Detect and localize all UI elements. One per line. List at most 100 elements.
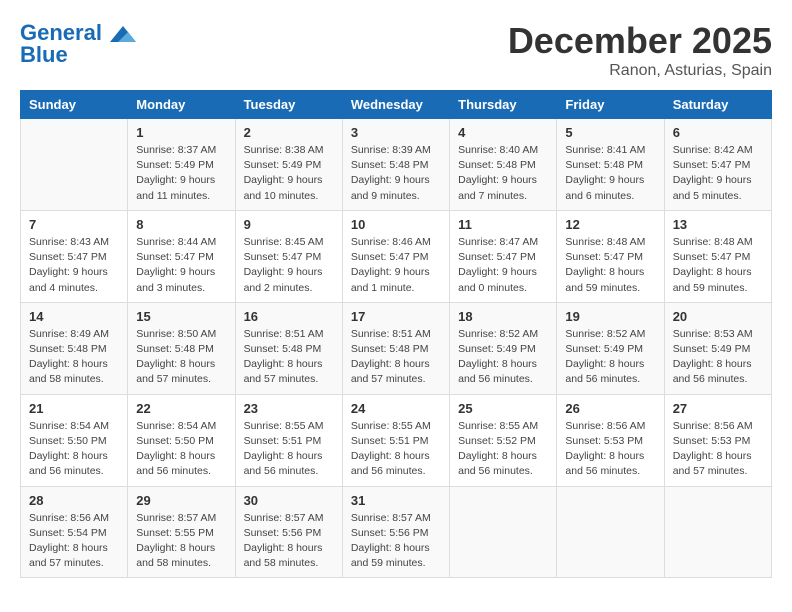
day-number: 30 <box>244 493 334 508</box>
calendar-cell: 24 Sunrise: 8:55 AM Sunset: 5:51 PM Dayli… <box>342 394 449 486</box>
calendar-cell: 21 Sunrise: 8:54 AM Sunset: 5:50 PM Dayli… <box>21 394 128 486</box>
calendar-cell: 1 Sunrise: 8:37 AM Sunset: 5:49 PM Daylig… <box>128 119 235 211</box>
calendar-table: SundayMondayTuesdayWednesdayThursdayFrid… <box>20 90 772 578</box>
day-number: 26 <box>565 401 655 416</box>
day-number: 7 <box>29 217 119 232</box>
day-number: 24 <box>351 401 441 416</box>
day-info: Sunrise: 8:54 AM Sunset: 5:50 PM Dayligh… <box>29 419 119 480</box>
day-number: 1 <box>136 125 226 140</box>
calendar-cell: 16Sunrise: 8:51 AM Sunset: 5:48 PM Dayli… <box>235 302 342 394</box>
day-info: Sunrise: 8:53 AM Sunset: 5:49 PM Dayligh… <box>673 327 763 388</box>
day-number: 18 <box>458 309 548 324</box>
calendar-cell: 29 Sunrise: 8:57 AM Sunset: 5:55 PM Dayli… <box>128 486 235 578</box>
day-number: 27 <box>673 401 763 416</box>
day-info: Sunrise: 8:42 AM Sunset: 5:47 PM Dayligh… <box>673 143 763 204</box>
calendar-week-4: 21 Sunrise: 8:54 AM Sunset: 5:50 PM Dayli… <box>21 394 772 486</box>
calendar-week-1: 1 Sunrise: 8:37 AM Sunset: 5:49 PM Daylig… <box>21 119 772 211</box>
day-info: Sunrise: 8:51 AM Sunset: 5:48 PM Dayligh… <box>351 327 441 388</box>
calendar-cell: 6 Sunrise: 8:42 AM Sunset: 5:47 PM Daylig… <box>664 119 771 211</box>
day-info: Sunrise: 8:37 AM Sunset: 5:49 PM Dayligh… <box>136 143 226 204</box>
calendar-week-5: 28 Sunrise: 8:56 AM Sunset: 5:54 PM Dayli… <box>21 486 772 578</box>
calendar-cell: 12Sunrise: 8:48 AM Sunset: 5:47 PM Dayli… <box>557 210 664 302</box>
calendar-cell: 11 Sunrise: 8:47 AM Sunset: 5:47 PM Dayli… <box>450 210 557 302</box>
day-number: 23 <box>244 401 334 416</box>
weekday-header-tuesday: Tuesday <box>235 91 342 119</box>
calendar-cell: 20 Sunrise: 8:53 AM Sunset: 5:49 PM Dayli… <box>664 302 771 394</box>
day-number: 25 <box>458 401 548 416</box>
day-info: Sunrise: 8:47 AM Sunset: 5:47 PM Dayligh… <box>458 235 548 296</box>
day-info: Sunrise: 8:43 AM Sunset: 5:47 PM Dayligh… <box>29 235 119 296</box>
day-info: Sunrise: 8:55 AM Sunset: 5:52 PM Dayligh… <box>458 419 548 480</box>
day-info: Sunrise: 8:52 AM Sunset: 5:49 PM Dayligh… <box>565 327 655 388</box>
day-number: 8 <box>136 217 226 232</box>
day-info: Sunrise: 8:55 AM Sunset: 5:51 PM Dayligh… <box>244 419 334 480</box>
day-number: 20 <box>673 309 763 324</box>
day-info: Sunrise: 8:57 AM Sunset: 5:55 PM Dayligh… <box>136 511 226 572</box>
day-number: 22 <box>136 401 226 416</box>
calendar-header: SundayMondayTuesdayWednesdayThursdayFrid… <box>21 91 772 119</box>
calendar-cell: 8Sunrise: 8:44 AM Sunset: 5:47 PM Daylig… <box>128 210 235 302</box>
day-number: 15 <box>136 309 226 324</box>
calendar-cell: 22 Sunrise: 8:54 AM Sunset: 5:50 PM Dayli… <box>128 394 235 486</box>
day-number: 21 <box>29 401 119 416</box>
day-number: 11 <box>458 217 548 232</box>
day-info: Sunrise: 8:56 AM Sunset: 5:53 PM Dayligh… <box>565 419 655 480</box>
calendar-cell: 23 Sunrise: 8:55 AM Sunset: 5:51 PM Dayli… <box>235 394 342 486</box>
calendar-cell: 10 Sunrise: 8:46 AM Sunset: 5:47 PM Dayli… <box>342 210 449 302</box>
page-header: General Blue December 2025 Ranon, Asturi… <box>20 20 772 80</box>
calendar-cell <box>557 486 664 578</box>
day-info: Sunrise: 8:49 AM Sunset: 5:48 PM Dayligh… <box>29 327 119 388</box>
day-info: Sunrise: 8:57 AM Sunset: 5:56 PM Dayligh… <box>351 511 441 572</box>
day-info: Sunrise: 8:45 AM Sunset: 5:47 PM Dayligh… <box>244 235 334 296</box>
day-number: 28 <box>29 493 119 508</box>
calendar-cell: 9 Sunrise: 8:45 AM Sunset: 5:47 PM Daylig… <box>235 210 342 302</box>
calendar-cell: 30 Sunrise: 8:57 AM Sunset: 5:56 PM Dayli… <box>235 486 342 578</box>
day-number: 6 <box>673 125 763 140</box>
day-info: Sunrise: 8:51 AM Sunset: 5:48 PM Dayligh… <box>244 327 334 388</box>
day-info: Sunrise: 8:38 AM Sunset: 5:49 PM Dayligh… <box>244 143 334 204</box>
calendar-cell: 26 Sunrise: 8:56 AM Sunset: 5:53 PM Dayli… <box>557 394 664 486</box>
calendar-cell: 15Sunrise: 8:50 AM Sunset: 5:48 PM Dayli… <box>128 302 235 394</box>
calendar-cell: 25 Sunrise: 8:55 AM Sunset: 5:52 PM Dayli… <box>450 394 557 486</box>
logo: General Blue <box>20 20 136 68</box>
calendar-week-3: 14Sunrise: 8:49 AM Sunset: 5:48 PM Dayli… <box>21 302 772 394</box>
calendar-cell: 28 Sunrise: 8:56 AM Sunset: 5:54 PM Dayli… <box>21 486 128 578</box>
day-number: 9 <box>244 217 334 232</box>
calendar-cell: 2 Sunrise: 8:38 AM Sunset: 5:49 PM Daylig… <box>235 119 342 211</box>
calendar-cell <box>450 486 557 578</box>
title-block: December 2025 Ranon, Asturias, Spain <box>508 20 772 80</box>
day-info: Sunrise: 8:48 AM Sunset: 5:47 PM Dayligh… <box>673 235 763 296</box>
calendar-cell: 19 Sunrise: 8:52 AM Sunset: 5:49 PM Dayli… <box>557 302 664 394</box>
calendar-cell: 14Sunrise: 8:49 AM Sunset: 5:48 PM Dayli… <box>21 302 128 394</box>
day-info: Sunrise: 8:46 AM Sunset: 5:47 PM Dayligh… <box>351 235 441 296</box>
calendar-week-2: 7 Sunrise: 8:43 AM Sunset: 5:47 PM Daylig… <box>21 210 772 302</box>
calendar-cell: 3Sunrise: 8:39 AM Sunset: 5:48 PM Daylig… <box>342 119 449 211</box>
day-info: Sunrise: 8:52 AM Sunset: 5:49 PM Dayligh… <box>458 327 548 388</box>
day-info: Sunrise: 8:57 AM Sunset: 5:56 PM Dayligh… <box>244 511 334 572</box>
day-number: 17 <box>351 309 441 324</box>
day-info: Sunrise: 8:55 AM Sunset: 5:51 PM Dayligh… <box>351 419 441 480</box>
weekday-header-sunday: Sunday <box>21 91 128 119</box>
day-number: 10 <box>351 217 441 232</box>
calendar-cell: 27Sunrise: 8:56 AM Sunset: 5:53 PM Dayli… <box>664 394 771 486</box>
day-info: Sunrise: 8:48 AM Sunset: 5:47 PM Dayligh… <box>565 235 655 296</box>
calendar-body: 1 Sunrise: 8:37 AM Sunset: 5:49 PM Daylig… <box>21 119 772 578</box>
day-number: 5 <box>565 125 655 140</box>
day-info: Sunrise: 8:54 AM Sunset: 5:50 PM Dayligh… <box>136 419 226 480</box>
weekday-header-friday: Friday <box>557 91 664 119</box>
calendar-cell: 17 Sunrise: 8:51 AM Sunset: 5:48 PM Dayli… <box>342 302 449 394</box>
calendar-cell <box>664 486 771 578</box>
day-number: 13 <box>673 217 763 232</box>
day-number: 4 <box>458 125 548 140</box>
calendar-cell <box>21 119 128 211</box>
month-title: December 2025 <box>508 20 772 62</box>
location: Ranon, Asturias, Spain <box>508 62 772 80</box>
day-info: Sunrise: 8:40 AM Sunset: 5:48 PM Dayligh… <box>458 143 548 204</box>
weekday-header-wednesday: Wednesday <box>342 91 449 119</box>
day-number: 29 <box>136 493 226 508</box>
calendar-cell: 5Sunrise: 8:41 AM Sunset: 5:48 PM Daylig… <box>557 119 664 211</box>
calendar-cell: 31Sunrise: 8:57 AM Sunset: 5:56 PM Dayli… <box>342 486 449 578</box>
day-number: 2 <box>244 125 334 140</box>
day-number: 19 <box>565 309 655 324</box>
day-info: Sunrise: 8:56 AM Sunset: 5:54 PM Dayligh… <box>29 511 119 572</box>
